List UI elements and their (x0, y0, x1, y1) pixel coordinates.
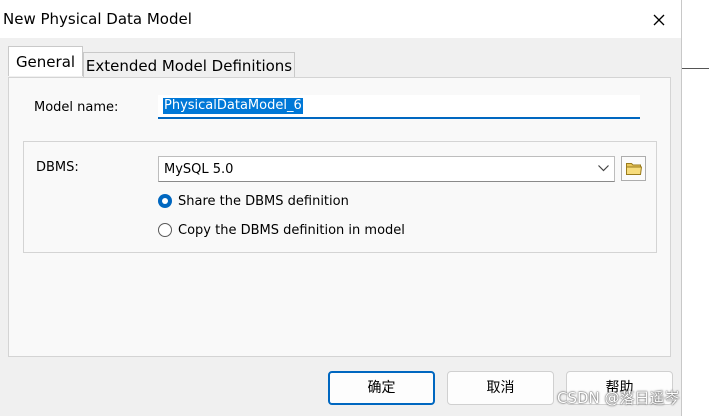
share-dbms-label: Share the DBMS definition (178, 194, 349, 209)
cancel-button[interactable]: 取消 (447, 371, 554, 405)
dialog-window: New Physical Data Model General Extended… (0, 0, 682, 416)
model-name-label: Model name: (34, 100, 119, 115)
tab-general[interactable]: General (8, 46, 83, 76)
dbms-select[interactable]: MySQL 5.0 (158, 156, 615, 182)
folder-icon (626, 163, 642, 175)
dbms-selected-value: MySQL 5.0 (164, 162, 234, 177)
close-button[interactable] (640, 5, 678, 35)
chevron-down-icon (598, 165, 609, 172)
model-name-value: PhysicalDataModel_6 (163, 98, 303, 114)
close-icon (653, 14, 665, 26)
background-divider (682, 68, 709, 69)
radio-unchecked-icon (158, 223, 172, 237)
model-name-input[interactable]: PhysicalDataModel_6 (158, 95, 640, 119)
radio-checked-icon (158, 194, 172, 208)
tab-extended-model-definitions[interactable]: Extended Model Definitions (83, 52, 295, 78)
title-bar: New Physical Data Model (0, 0, 681, 38)
copy-dbms-label: Copy the DBMS definition in model (178, 223, 405, 238)
dbms-label: DBMS: (36, 160, 79, 175)
ok-button[interactable]: 确定 (328, 371, 435, 405)
window-title: New Physical Data Model (3, 10, 192, 28)
browse-dbms-button[interactable] (621, 156, 646, 181)
watermark: CSDN @落日遥岑 (557, 389, 680, 407)
